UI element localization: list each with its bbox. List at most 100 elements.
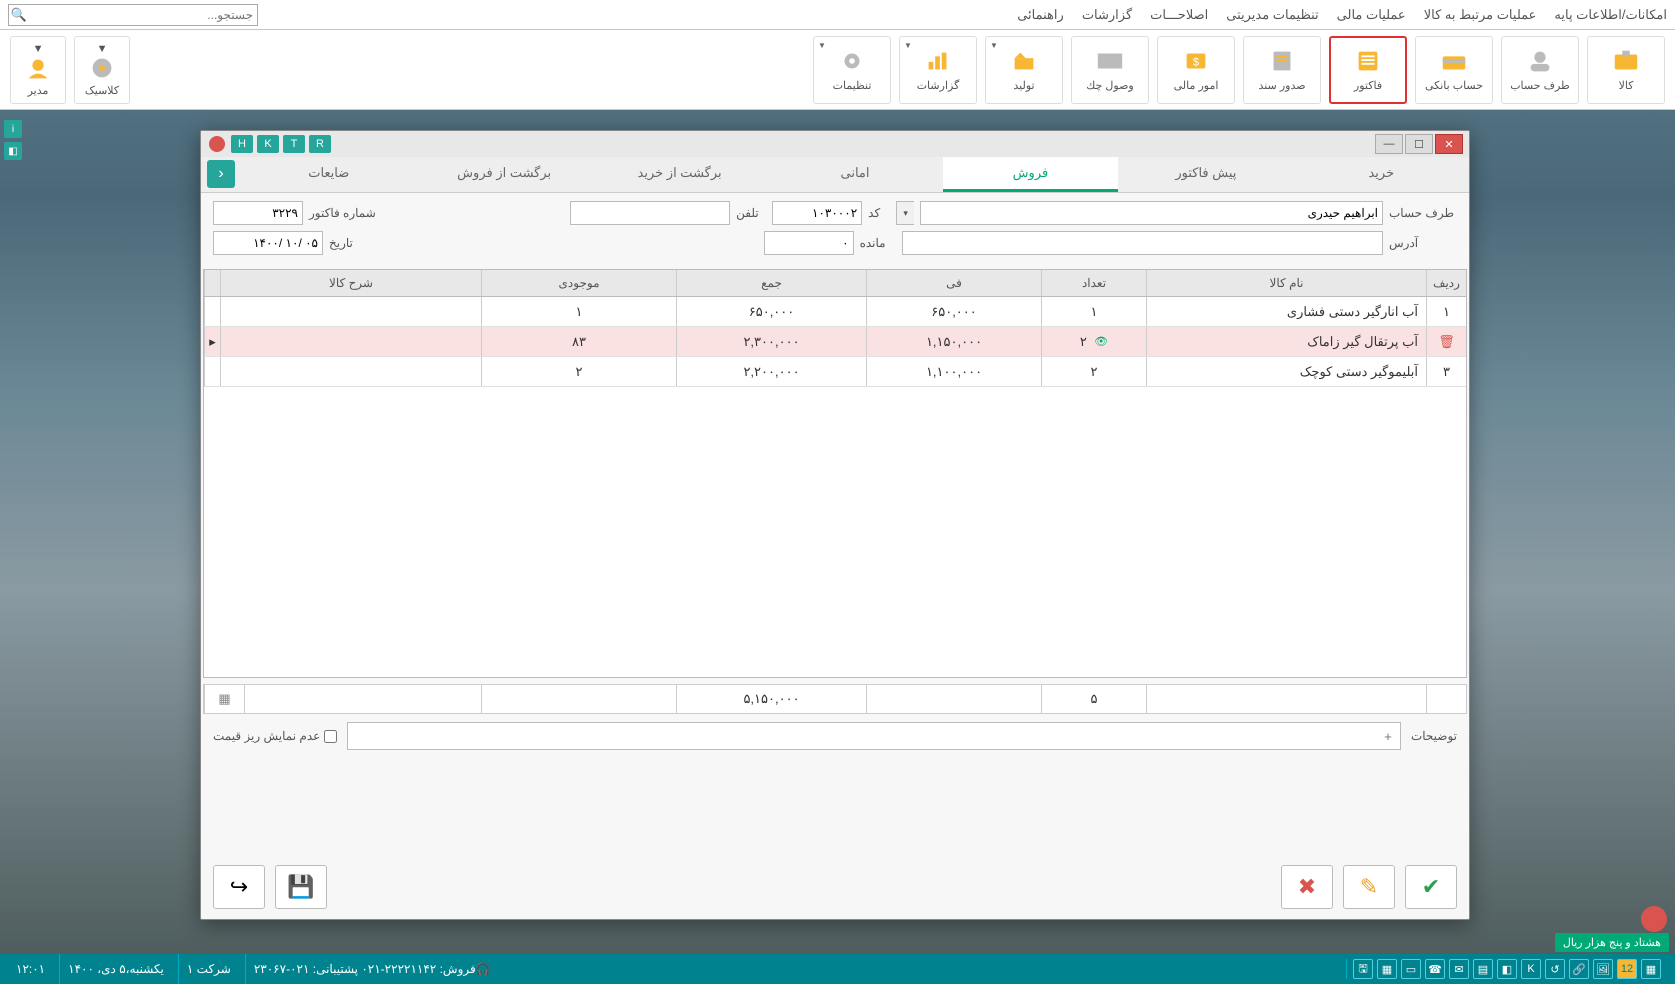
chevron-down-icon: ▼ xyxy=(990,41,998,50)
delete-row-icon[interactable]: 🗑 xyxy=(1438,334,1455,350)
tab-sale[interactable]: فروش xyxy=(943,157,1118,192)
menu-goods[interactable]: عملیات مرتبط به کالا xyxy=(1424,7,1537,23)
search-icon[interactable]: 🔍 xyxy=(9,7,29,23)
cell-desc[interactable] xyxy=(220,327,481,356)
tool-finance-ops[interactable]: $امور مالی xyxy=(1157,36,1235,104)
cell-qty[interactable]: ۱ xyxy=(1041,297,1146,326)
tool-account[interactable]: طرف حساب xyxy=(1501,36,1579,104)
minimize-button[interactable]: — xyxy=(1375,134,1403,154)
menu-mgmt[interactable]: تنظیمات مدیریتی xyxy=(1226,7,1318,23)
col-price: فی xyxy=(866,270,1041,296)
side-user-icon[interactable]: ◧ xyxy=(4,142,22,160)
hide-price-checkbox[interactable] xyxy=(324,730,337,743)
total-sum: ۵,۱۵۰,۰۰۰ xyxy=(676,685,866,713)
date-input[interactable] xyxy=(213,231,323,255)
status-icon-8[interactable]: ▤ xyxy=(1473,959,1493,979)
cell-name[interactable]: آب انارگیر دستی فشاری xyxy=(1146,297,1426,326)
cell-name[interactable]: آبلیموگیر دستی کوچک xyxy=(1146,357,1426,386)
cell-sum: ۲,۲۰۰,۰۰۰ xyxy=(676,357,866,386)
menu-finance[interactable]: عملیات مالی xyxy=(1337,7,1406,23)
menu-base[interactable]: امکانات/اطلاعات پایه xyxy=(1554,7,1667,23)
tab-return-buy[interactable]: برگشت از خرید xyxy=(592,157,767,192)
menu-corrections[interactable]: اصلاحـــات xyxy=(1150,7,1208,23)
comment-row: توضیحات عدم نمایش ریز قیمت xyxy=(201,714,1469,758)
hotkey-r[interactable]: R xyxy=(309,135,331,153)
cell-qty[interactable]: ۲ xyxy=(1041,357,1146,386)
menu-reports[interactable]: گزارشات xyxy=(1082,7,1132,23)
status-icon-1[interactable]: ▦ xyxy=(1641,959,1661,979)
cell-price[interactable]: ۱,۱۰۰,۰۰۰ xyxy=(866,357,1041,386)
cell-desc[interactable] xyxy=(220,297,481,326)
col-qty: تعداد xyxy=(1041,270,1146,296)
eye-icon[interactable]: 👁 xyxy=(1094,335,1108,348)
tab-nav-prev[interactable]: ‹ xyxy=(207,160,235,188)
tool-production[interactable]: ▼تولید xyxy=(985,36,1063,104)
phone-input[interactable] xyxy=(570,201,730,225)
code-input[interactable] xyxy=(772,201,862,225)
account-input[interactable] xyxy=(920,201,1383,225)
confirm-button[interactable]: ✔ xyxy=(1405,865,1457,909)
cell-desc[interactable] xyxy=(220,357,481,386)
menu-help[interactable]: راهنمائی xyxy=(1017,7,1064,23)
status-icon-7[interactable]: ◧ xyxy=(1497,959,1517,979)
invno-input[interactable] xyxy=(213,201,303,225)
tool-doc[interactable]: صدور سند xyxy=(1243,36,1321,104)
tab-waste[interactable]: ضایعات xyxy=(241,157,416,192)
search-input[interactable] xyxy=(29,8,257,22)
status-icon-3[interactable]: 🖼 xyxy=(1593,959,1613,979)
hotkey-k[interactable]: K xyxy=(257,135,279,153)
status-icon-9[interactable]: ✉ xyxy=(1449,959,1469,979)
side-info-icon[interactable]: i xyxy=(4,120,22,138)
edit-grid-icon[interactable]: ▦ xyxy=(204,685,244,713)
exit-button[interactable]: ↪ xyxy=(213,865,265,909)
comment-input[interactable] xyxy=(347,722,1401,750)
balance-input[interactable] xyxy=(764,231,854,255)
svg-text:$: $ xyxy=(1193,57,1200,69)
cell-qty[interactable]: 👁 ۲ xyxy=(1041,327,1146,356)
tool-bank[interactable]: حساب بانکی xyxy=(1415,36,1493,104)
account-dropdown[interactable]: ▾ xyxy=(896,201,914,225)
hide-price-check[interactable]: عدم نمایش ریز قیمت xyxy=(213,729,337,743)
table-row[interactable]: ۱آب انارگیر دستی فشاری۱۶۵۰,۰۰۰۶۵۰,۰۰۰۱ xyxy=(204,297,1466,327)
cell-name[interactable]: آب پرتقال گیر زاماک xyxy=(1146,327,1426,356)
invno-label: شماره فاکتور xyxy=(309,206,377,220)
hotkey-h[interactable]: H xyxy=(231,135,253,153)
status-sale: 🎧 فروش: ۰۲۱-۲۲۲۲۱۱۴۲ پشتیبانی: ۰۲۱-۲۳۰۶۷ xyxy=(245,954,499,984)
tab-proforma[interactable]: پیش فاکتور xyxy=(1118,157,1293,192)
col-name: نام کالا xyxy=(1146,270,1426,296)
chevron-down-icon: ▼ xyxy=(818,41,826,50)
status-icon-13[interactable]: 🖫 xyxy=(1353,959,1373,979)
address-input[interactable] xyxy=(902,231,1383,255)
status-icon-12[interactable]: ▦ xyxy=(1377,959,1397,979)
save-button[interactable]: 💾 xyxy=(275,865,327,909)
tool-user[interactable]: ▼مدیر xyxy=(10,36,66,104)
search-box: 🔍 xyxy=(8,4,258,26)
row-handle[interactable] xyxy=(204,297,220,326)
table-row[interactable]: 🗑آب پرتقال گیر زاماک👁 ۲۱,۱۵۰,۰۰۰۲,۳۰۰,۰۰… xyxy=(204,327,1466,357)
tool-reports[interactable]: ▼گزارشات xyxy=(899,36,977,104)
hotkey-t[interactable]: T xyxy=(283,135,305,153)
status-icon-11[interactable]: ▭ xyxy=(1401,959,1421,979)
edit-button[interactable]: ✎ xyxy=(1343,865,1395,909)
status-icon-2[interactable]: 12 xyxy=(1617,959,1637,979)
close-button[interactable]: ✕ xyxy=(1435,134,1463,154)
tool-settings[interactable]: ▼تنظیمات xyxy=(813,36,891,104)
cell-price[interactable]: ۱,۱۵۰,۰۰۰ xyxy=(866,327,1041,356)
tab-return-sale[interactable]: برگشت از فروش xyxy=(416,157,591,192)
status-icon-6[interactable]: K xyxy=(1521,959,1541,979)
tab-trust[interactable]: امانی xyxy=(767,157,942,192)
status-icon-10[interactable]: ☎ xyxy=(1425,959,1445,979)
tool-cheque[interactable]: وصول چك xyxy=(1071,36,1149,104)
tool-goods[interactable]: کالا xyxy=(1587,36,1665,104)
table-row[interactable]: ۳آبلیموگیر دستی کوچک۲۱,۱۰۰,۰۰۰۲,۲۰۰,۰۰۰۲ xyxy=(204,357,1466,387)
status-icon-4[interactable]: 🔗 xyxy=(1569,959,1589,979)
tab-buy[interactable]: خرید xyxy=(1294,157,1469,192)
status-icon-5[interactable]: ↺ xyxy=(1545,959,1565,979)
row-handle[interactable]: ▸ xyxy=(204,327,220,356)
maximize-button[interactable]: ☐ xyxy=(1405,134,1433,154)
cell-price[interactable]: ۶۵۰,۰۰۰ xyxy=(866,297,1041,326)
tool-invoice[interactable]: فاکتور xyxy=(1329,36,1407,104)
cancel-button[interactable]: ✖ xyxy=(1281,865,1333,909)
tool-classic[interactable]: ▼کلاسیک xyxy=(74,36,130,104)
row-handle[interactable] xyxy=(204,357,220,386)
